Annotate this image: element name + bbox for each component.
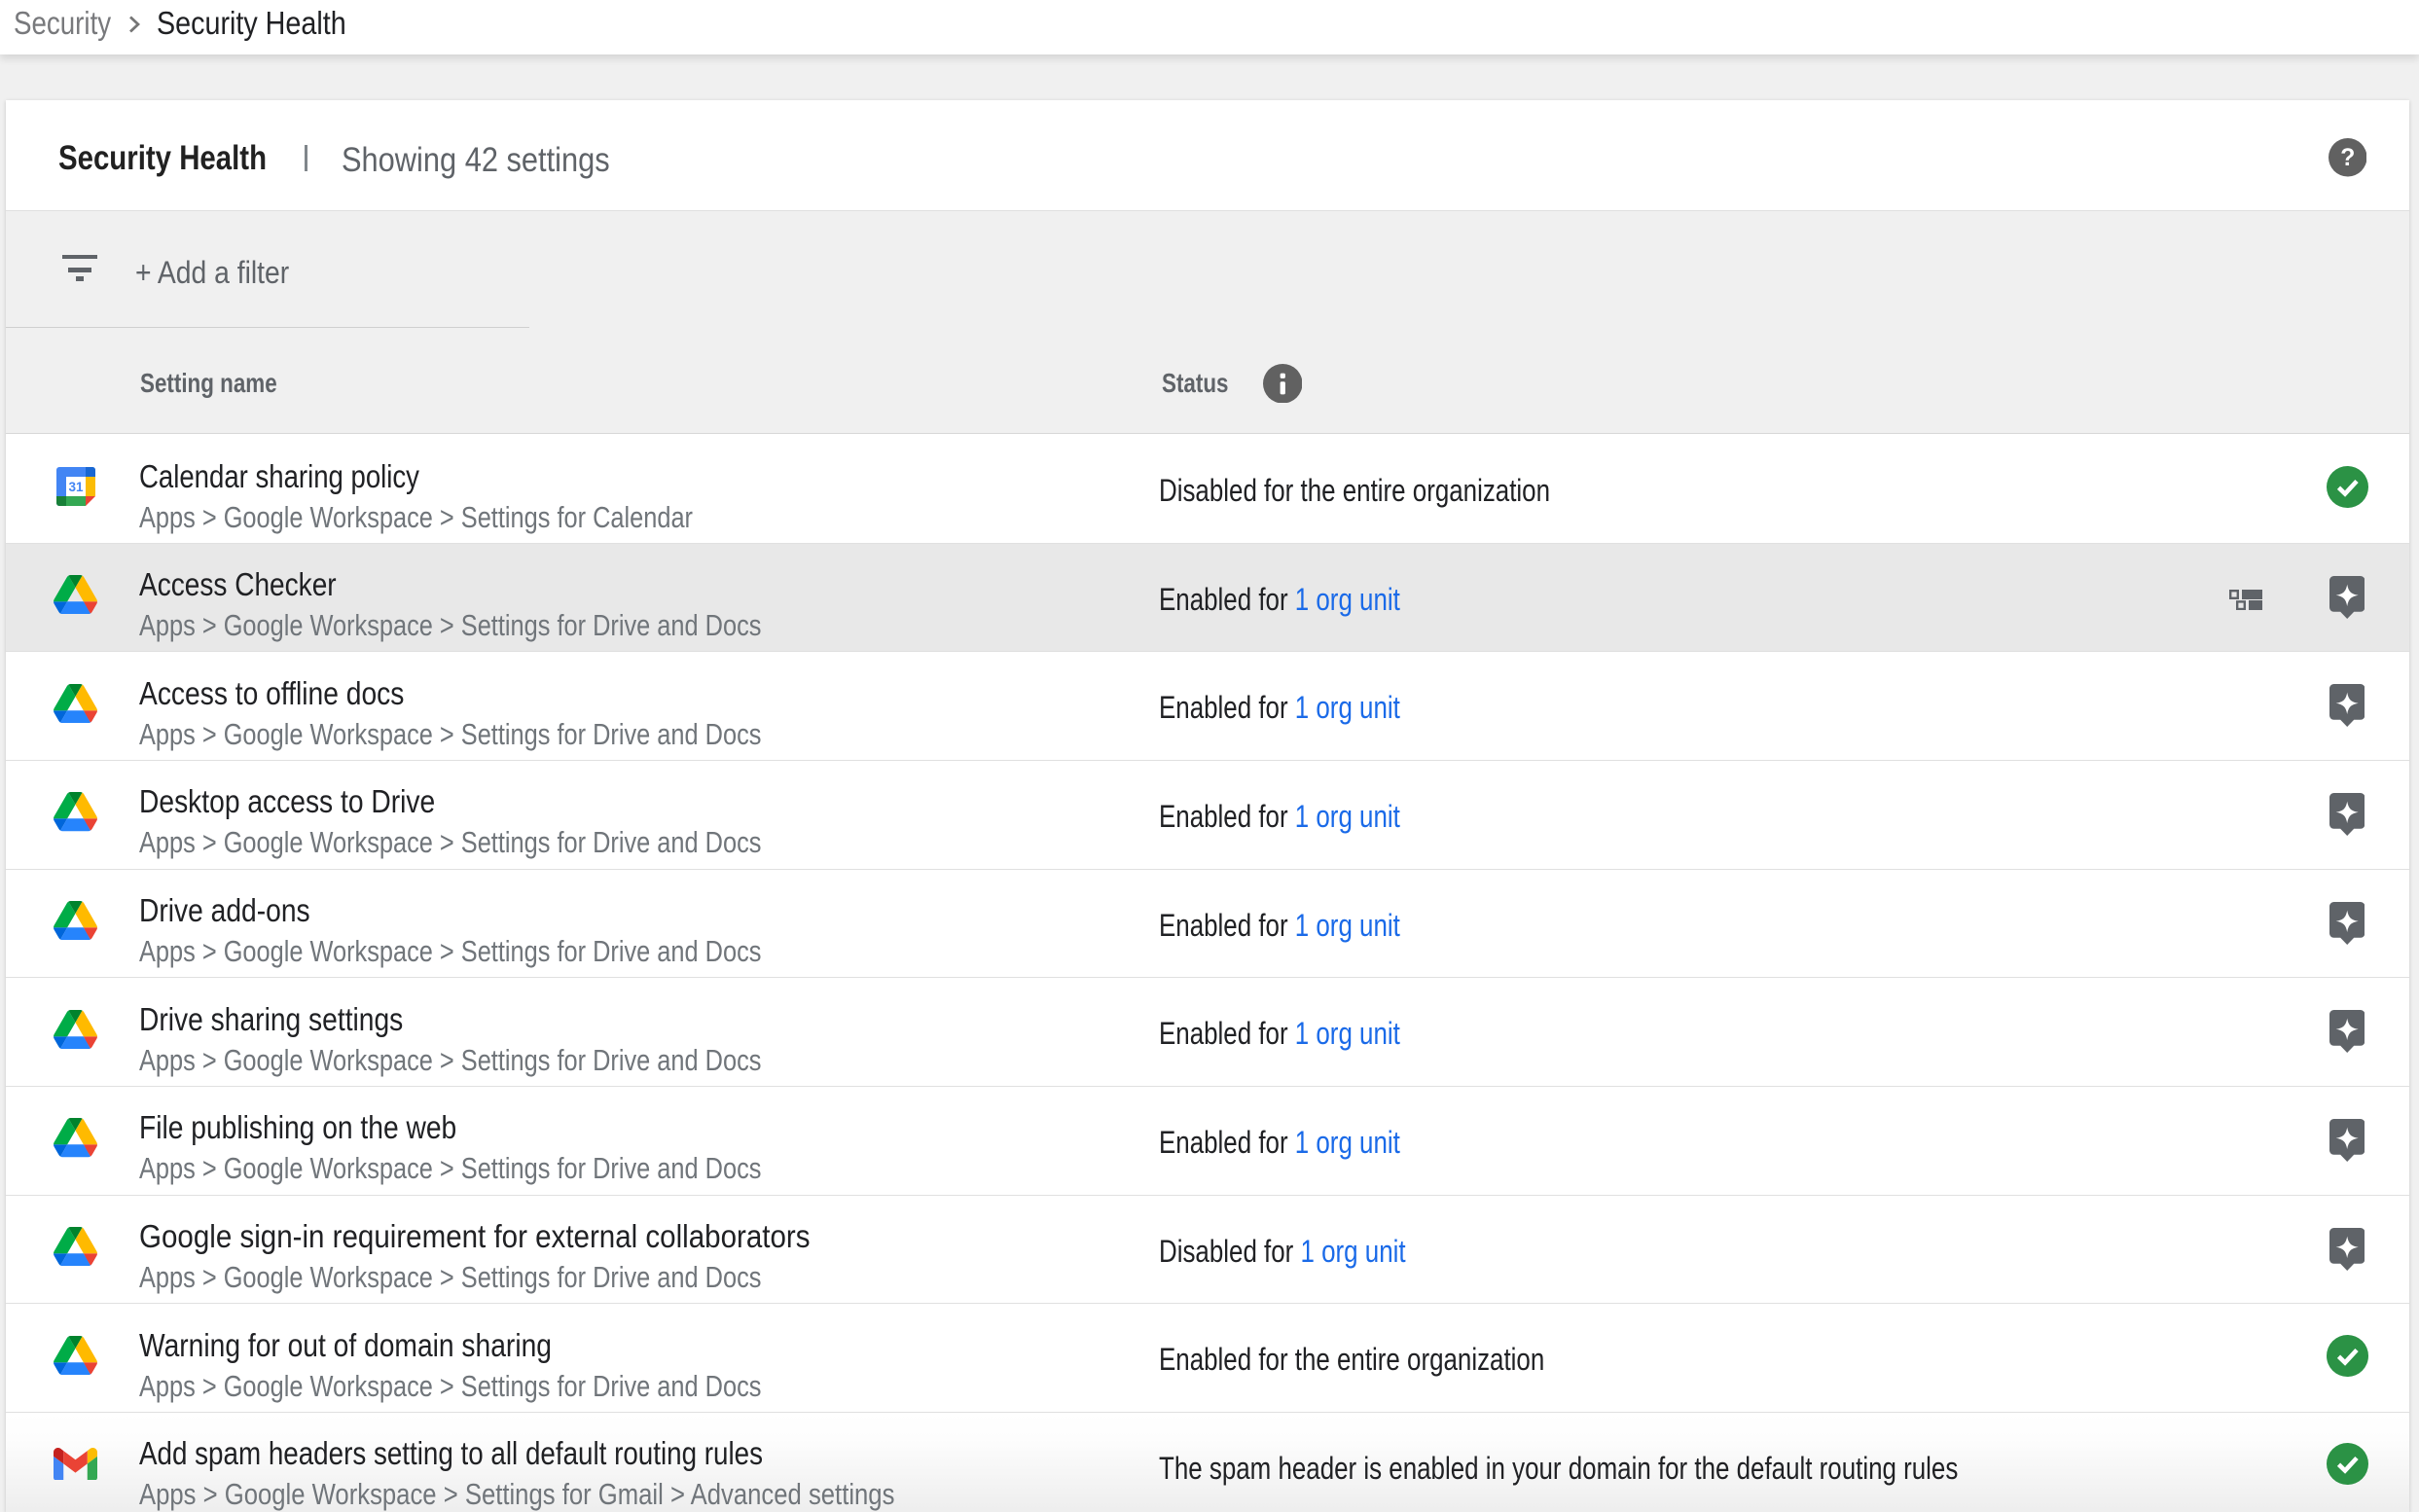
svg-text:31: 31 [68, 479, 84, 493]
svg-text:?: ? [2340, 145, 2355, 171]
